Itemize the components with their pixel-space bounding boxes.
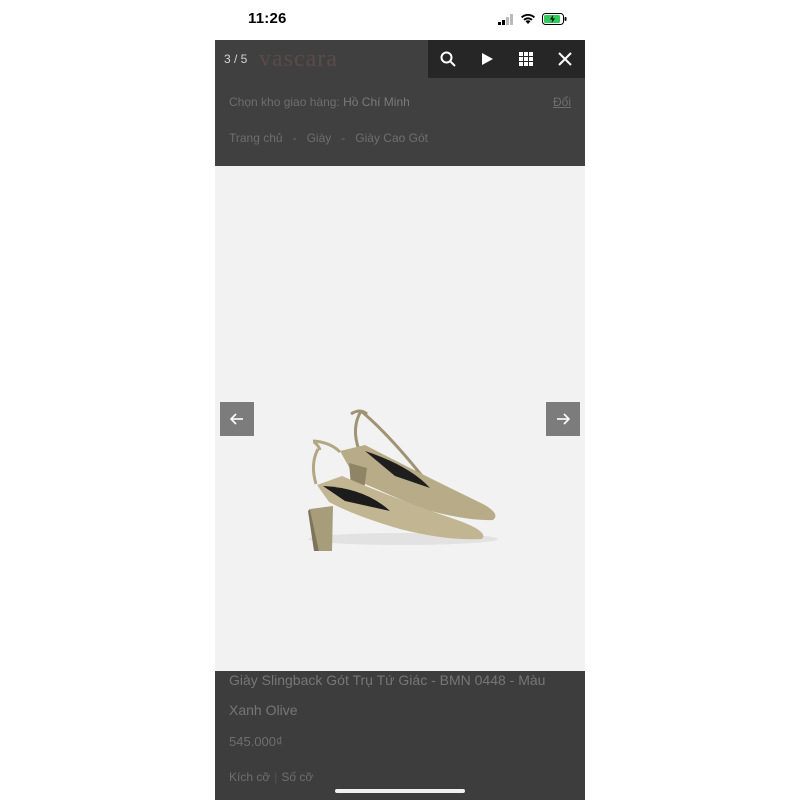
breadcrumb-separator: - [292,131,297,145]
site-logo[interactable]: vascara [259,46,338,73]
delivery-label: Chọn kho giao hàng: [229,95,340,109]
play-icon[interactable] [474,46,500,72]
size-row: Kích cỡ | Số cỡ [229,770,314,784]
delivery-city: Hồ Chí Minh [343,95,410,109]
status-time: 11:26 [248,10,287,27]
product-image [308,409,498,551]
status-bar: 11:26 [215,0,585,40]
wifi-icon [520,12,536,30]
battery-icon [542,12,567,30]
breadcrumb-separator: - [341,131,346,145]
product-page: 3 / 5 vascara Chọn kho giao hàng: Hồ Chí… [215,40,585,800]
grid-icon[interactable] [513,46,539,72]
product-title: Giày Slingback Gót Trụ Tứ Giác - BMN 044… [229,672,546,718]
image-counter: 3 / 5 [224,52,248,66]
home-indicator[interactable] [335,789,465,793]
search-icon[interactable] [435,46,461,72]
site-header: 3 / 5 vascara Chọn kho giao hàng: Hồ Chí… [215,40,585,166]
lightbox-toolbar [428,40,585,78]
delivery-selector: Chọn kho giao hàng: Hồ Chí Minh [229,95,410,109]
size-value[interactable]: Số cỡ [281,770,313,784]
close-icon[interactable] [552,46,578,72]
status-icons [498,12,567,30]
signal-icon [498,12,514,30]
product-price: 545.000₫ [229,734,283,749]
image-viewer [215,166,585,671]
breadcrumb: Trang chủ - Giày - Giày Cao Gót [229,131,428,145]
change-store-link[interactable]: Đổi [553,95,571,109]
breadcrumb-high-heels[interactable]: Giày Cao Gót [355,131,428,145]
product-info: Giày Slingback Gót Trụ Tứ Giác - BMN 044… [215,671,585,800]
breadcrumb-shoes[interactable]: Giày [307,131,332,145]
breadcrumb-home[interactable]: Trang chủ [229,131,283,145]
size-label: Kích cỡ [229,770,271,784]
